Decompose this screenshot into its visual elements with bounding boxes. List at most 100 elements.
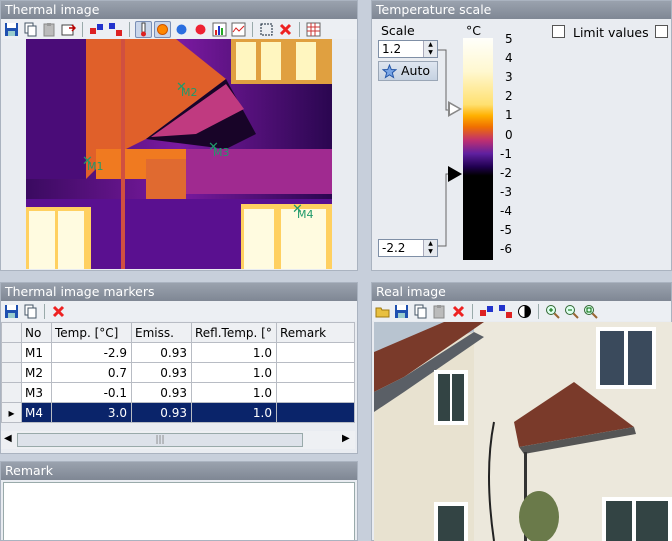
table-row[interactable]: M3 -0.1 0.93 1.0 [1,382,355,403]
remark-panel-title: Remark [1,462,357,480]
scale-label: Scale [381,23,415,38]
scroll-right-icon[interactable]: ▶ [342,433,350,444]
extra-checkbox[interactable] [655,25,668,38]
scroll-thumb[interactable]: ||| [17,433,303,447]
zoom-out-icon[interactable] [563,303,580,320]
color-scale-bar [463,38,493,260]
cell-no[interactable]: M1 [21,342,52,363]
scale-tick-label: 1 [505,108,513,123]
cell-temp[interactable]: -2.9 [51,342,132,363]
sun-icon[interactable] [154,20,171,38]
copy-icon[interactable] [22,21,39,38]
cell-emiss[interactable]: 0.93 [131,382,192,403]
scale-min-value: -2.2 [382,241,406,255]
toolbar-separator [129,21,130,37]
histogram-icon[interactable] [211,21,228,38]
swap-icon[interactable] [88,21,105,38]
col-no[interactable]: No [21,322,52,343]
auto-scale-button[interactable]: Auto [378,61,438,81]
blue-dot-icon[interactable] [173,21,190,38]
thermal-image-title: Thermal image [1,1,357,19]
row-header[interactable] [1,362,22,383]
cell-remark[interactable] [276,402,355,423]
delete-icon[interactable] [50,303,67,320]
thermometer-icon[interactable] [135,20,152,38]
cell-no[interactable]: M2 [21,362,52,383]
zoom-in-icon[interactable] [544,303,561,320]
row-header[interactable] [1,382,22,403]
cell-emiss[interactable]: 0.93 [131,402,192,423]
cell-remark[interactable] [276,382,355,403]
real-toolbar [372,301,671,321]
spinner-arrows-icon[interactable]: ▲ ▼ [423,41,437,57]
open-folder-icon[interactable] [374,303,391,320]
profile-icon[interactable] [230,21,247,38]
table-row-selected[interactable]: ▸ M4 3.0 0.93 1.0 [1,402,355,423]
row-header-corner [1,322,22,343]
lower-limit-arrow[interactable] [448,166,462,182]
paste-icon[interactable] [41,21,58,38]
col-emiss[interactable]: Emiss. [131,322,192,343]
col-remark[interactable]: Remark [276,322,355,343]
scale-tick-label: 4 [505,51,513,66]
remark-panel: Remark [0,461,358,541]
row-pointer-icon[interactable]: ▸ [1,402,22,423]
marker-label: M1 [87,160,104,173]
scroll-left-icon[interactable]: ◀ [4,433,12,444]
row-header[interactable] [1,342,22,363]
zoom-fit-icon[interactable] [582,303,599,320]
grid-icon[interactable] [305,21,322,38]
palette-icon[interactable] [107,21,124,38]
cell-remark[interactable] [276,342,355,363]
thermal-image[interactable]: ✕ M1 ✕ M2 ✕ M3 ✕ M4 [26,39,332,269]
table-row[interactable]: M1 -2.9 0.93 1.0 [1,342,355,363]
cell-refl[interactable]: 1.0 [191,382,277,403]
real-photo[interactable] [374,322,672,541]
save-icon[interactable] [3,21,20,38]
toolbar-separator [252,21,253,37]
toolbar-separator [472,303,473,319]
swap-icon[interactable] [478,303,495,320]
toolbar-separator [538,303,539,319]
scale-min-input[interactable]: -2.2 ▲ ▼ [378,239,438,257]
delete-icon[interactable] [450,303,467,320]
cell-refl[interactable]: 1.0 [191,362,277,383]
copy-icon[interactable] [22,303,39,320]
paste-icon[interactable] [431,303,448,320]
col-refl[interactable]: Refl.Temp. [° [191,322,277,343]
markers-horizontal-scrollbar[interactable]: ◀ ||| ▶ [1,431,355,449]
red-dot-icon[interactable] [192,21,209,38]
cell-refl[interactable]: 1.0 [191,342,277,363]
spinner-arrows-icon[interactable]: ▲ ▼ [423,240,437,256]
cell-no[interactable]: M4 [21,402,52,423]
col-temp[interactable]: Temp. [°C] [51,322,132,343]
cell-refl[interactable]: 1.0 [191,402,277,423]
scale-tick-label: 0 [505,127,513,142]
export-icon[interactable] [60,21,77,38]
remark-textarea[interactable] [3,482,355,540]
cell-no[interactable]: M3 [21,382,52,403]
scale-connector-lines [438,49,448,247]
copy-icon[interactable] [412,303,429,320]
palette-icon[interactable] [497,303,514,320]
scale-max-input[interactable]: 1.2 ▲ ▼ [378,40,438,58]
table-row[interactable]: M2 0.7 0.93 1.0 [1,362,355,383]
upper-limit-arrow-fill [450,104,459,114]
marker-label: M2 [181,86,198,99]
cell-remark[interactable] [276,362,355,383]
toolbar-separator [82,21,83,37]
cell-temp[interactable]: 3.0 [51,402,132,423]
limit-values-label: Limit values [573,25,649,40]
cell-temp[interactable]: 0.7 [51,362,132,383]
save-icon[interactable] [3,303,20,320]
delete-icon[interactable] [277,21,294,38]
contrast-icon[interactable] [516,303,533,320]
select-icon[interactable] [258,21,275,38]
limit-values-checkbox[interactable] [552,25,565,38]
thermal-toolbar [1,19,357,39]
star-icon [382,64,397,79]
save-icon[interactable] [393,303,410,320]
cell-emiss[interactable]: 0.93 [131,342,192,363]
cell-temp[interactable]: -0.1 [51,382,132,403]
cell-emiss[interactable]: 0.93 [131,362,192,383]
